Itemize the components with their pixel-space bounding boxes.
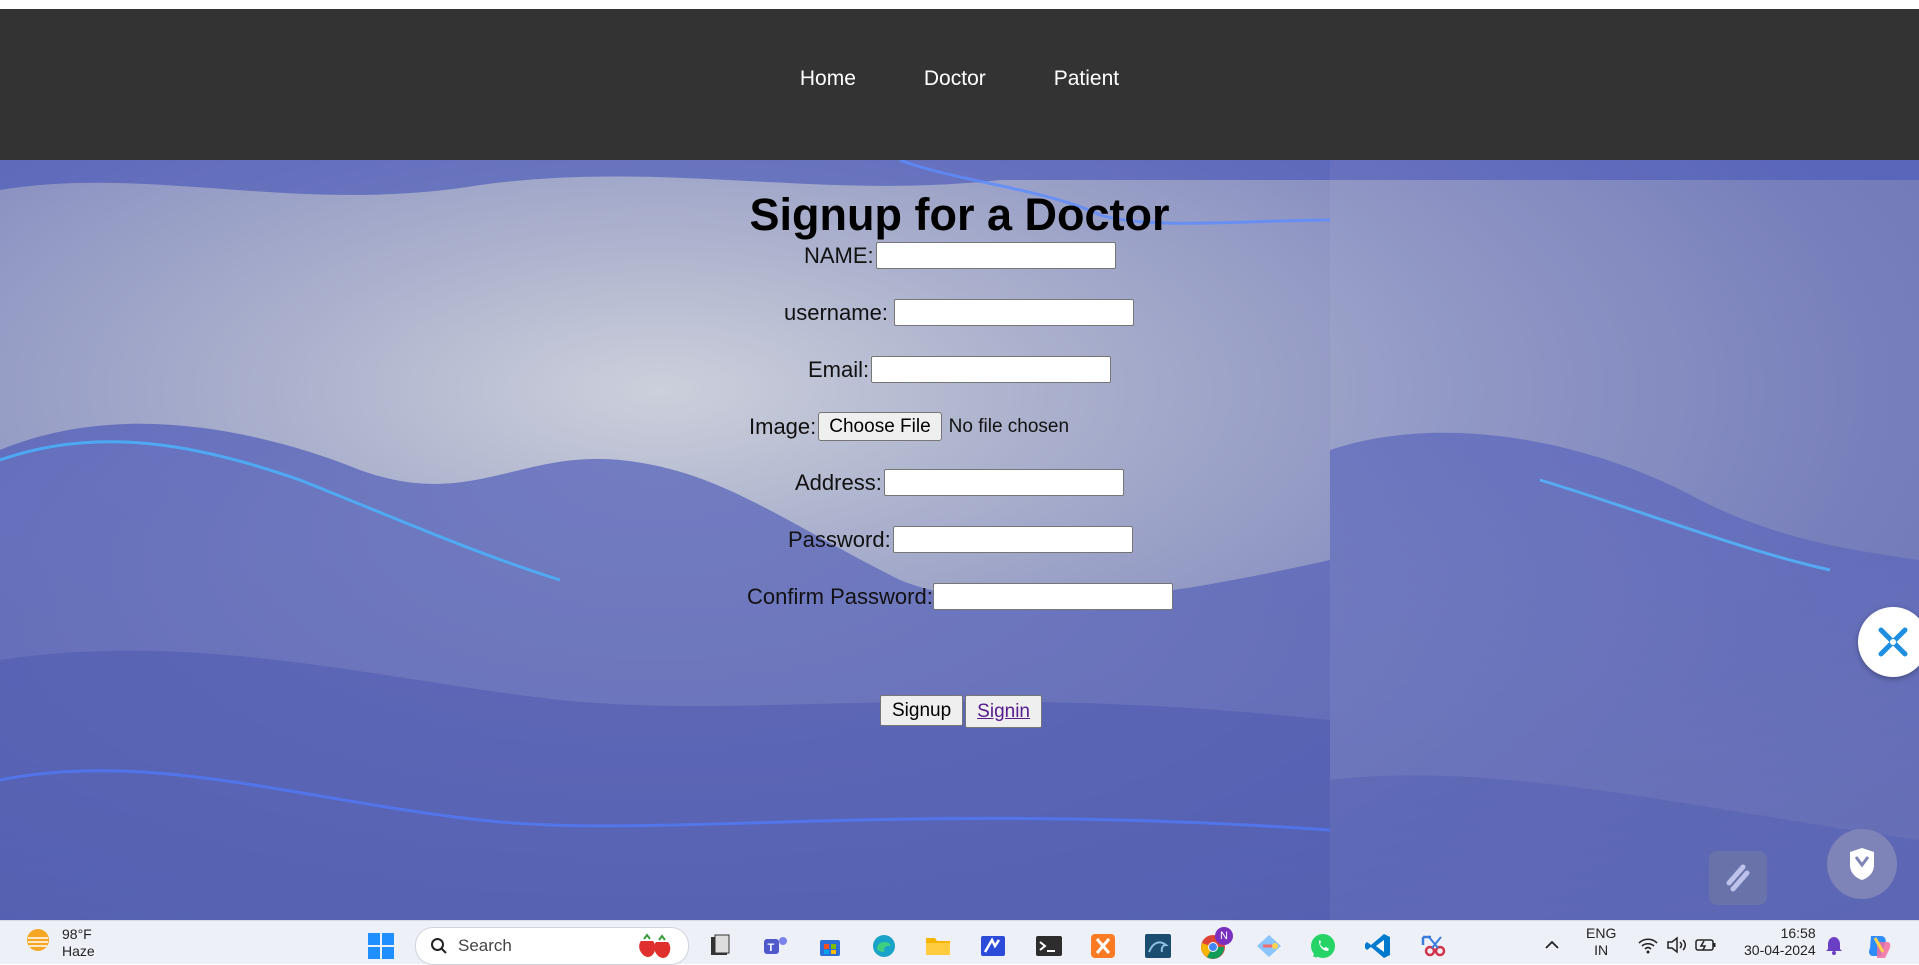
battery-icon[interactable] — [1694, 933, 1718, 957]
password-input[interactable] — [892, 526, 1133, 553]
email-label: Email: — [808, 356, 870, 382]
whatsapp-icon[interactable] — [1307, 930, 1339, 962]
page-content: Signup for a Doctor NAME: username: Emai… — [0, 160, 1919, 920]
app-icon[interactable] — [977, 930, 1009, 962]
clock-time: 16:58 — [1780, 925, 1816, 941]
chrome-profile-badge: N — [1215, 927, 1233, 945]
nav-patient[interactable]: Patient — [1054, 67, 1119, 103]
signin-link[interactable]: Signin — [965, 695, 1042, 728]
name-label: NAME: — [804, 242, 874, 268]
weather-widget[interactable]: 98°F Haze — [24, 926, 95, 960]
shield-icon[interactable] — [1827, 829, 1897, 899]
terminal-icon[interactable] — [1033, 930, 1065, 962]
weather-condition: Haze — [62, 943, 95, 959]
store-icon[interactable] — [814, 930, 846, 962]
windows-taskbar: 98°F Haze Search T N ENG IN 16:58 30-04-… — [0, 920, 1919, 965]
chevron-up-icon[interactable] — [1540, 933, 1564, 957]
weather-sun-icon — [27, 929, 49, 951]
xampp-icon[interactable] — [1087, 930, 1119, 962]
floating-x-widget-icon[interactable] — [1858, 607, 1919, 677]
password-label: Password: — [788, 526, 891, 552]
password-row: Password: — [788, 526, 1133, 553]
clock-date: 30-04-2024 — [1744, 942, 1816, 958]
name-input[interactable] — [875, 242, 1116, 269]
choose-file-button[interactable]: Choose File — [818, 412, 942, 441]
image-row: Image: Choose File No file chosen — [749, 412, 1069, 441]
username-input[interactable] — [893, 299, 1134, 326]
address-input[interactable] — [883, 469, 1124, 496]
window-top-edge — [0, 0, 1919, 9]
floating-app-icon[interactable] — [1709, 851, 1767, 905]
wifi-icon[interactable] — [1636, 933, 1660, 957]
address-row: Address: — [795, 469, 1124, 496]
username-label: username: — [784, 299, 888, 325]
address-label: Address: — [795, 469, 882, 495]
mysql-icon[interactable] — [1142, 930, 1174, 962]
email-row: Email: — [808, 356, 1112, 383]
weather-temp: 98°F — [62, 926, 92, 942]
vscode-icon[interactable] — [1362, 930, 1394, 962]
folder-icon[interactable] — [922, 930, 954, 962]
chrome-icon[interactable]: N — [1197, 927, 1233, 962]
name-row: NAME: — [804, 242, 1116, 269]
clock[interactable]: 16:58 30-04-2024 — [1744, 925, 1816, 959]
page-title: Signup for a Doctor — [749, 189, 1170, 240]
notification-bell-icon[interactable] — [1822, 933, 1846, 957]
taskbar-search[interactable]: Search — [415, 927, 689, 965]
search-placeholder: Search — [458, 936, 512, 955]
signup-button[interactable]: Signup — [880, 695, 964, 726]
search-icon — [431, 938, 447, 954]
confirm-password-label: Confirm Password: — [747, 583, 933, 609]
language-region: IN — [1594, 942, 1609, 958]
email-input[interactable] — [871, 356, 1112, 383]
file-status: No file chosen — [948, 415, 1070, 437]
strawberry-icon — [639, 933, 671, 958]
volume-icon[interactable] — [1665, 933, 1689, 957]
copilot-icon[interactable] — [1863, 930, 1895, 962]
start-icon[interactable] — [366, 931, 396, 961]
files-icon[interactable] — [704, 930, 736, 962]
confirm-password-input[interactable] — [932, 583, 1173, 610]
git-icon[interactable] — [1253, 930, 1285, 962]
edge-icon[interactable] — [868, 930, 900, 962]
svg-text:T: T — [768, 942, 775, 954]
nav-home[interactable]: Home — [800, 67, 856, 103]
nav-doctor[interactable]: Doctor — [924, 67, 986, 103]
teams-icon[interactable]: T — [759, 930, 791, 962]
image-label: Image: — [749, 413, 817, 439]
form-actions: Signup Signin — [880, 695, 1042, 728]
username-row: username: — [784, 299, 1134, 326]
language-indicator[interactable]: ENG IN — [1586, 925, 1616, 959]
top-navbar: Home Doctor Patient — [0, 9, 1919, 160]
snip-icon[interactable] — [1417, 930, 1449, 962]
language-code: ENG — [1586, 925, 1617, 941]
confirm-password-row: Confirm Password: — [747, 583, 1173, 610]
